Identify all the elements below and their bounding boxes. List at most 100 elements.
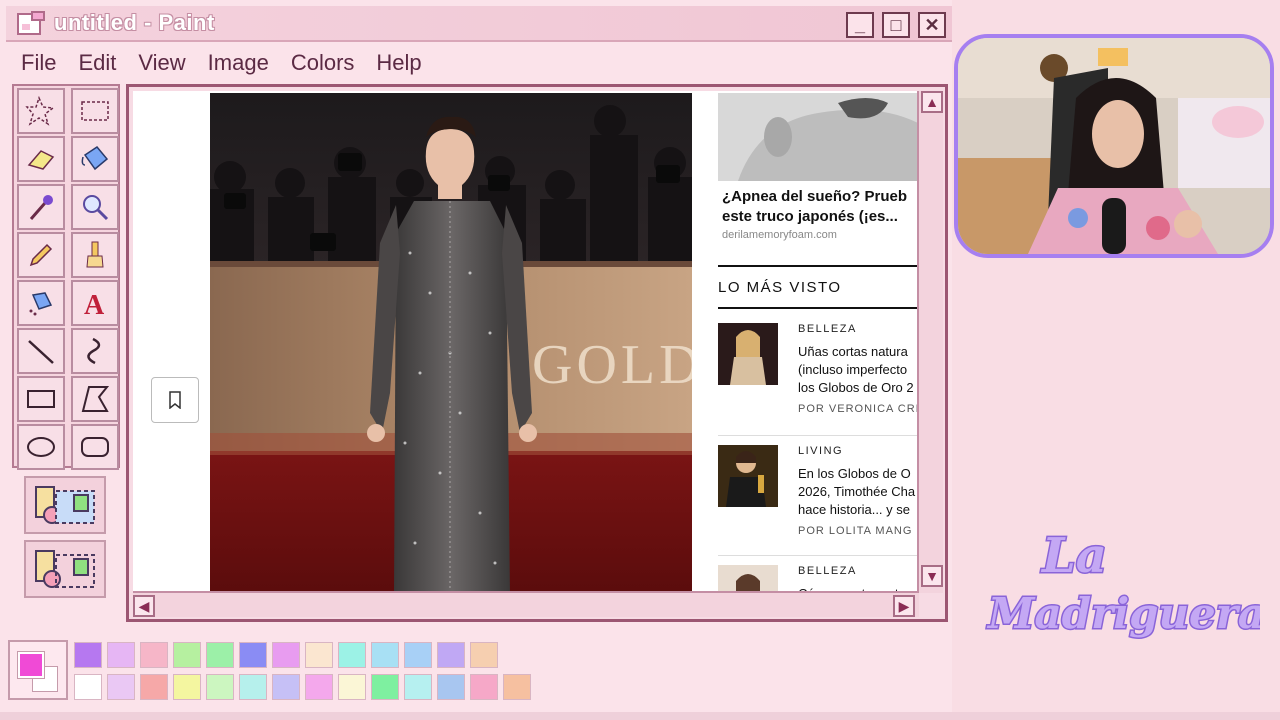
news-thumbnail (718, 445, 778, 507)
ad-image (718, 93, 918, 181)
menu-image[interactable]: Image (197, 44, 280, 82)
color-swatch[interactable] (272, 674, 300, 700)
color-swatch[interactable] (338, 674, 366, 700)
color-swatch[interactable] (305, 642, 333, 668)
most-viewed-heading: LO MÁS VISTO (718, 279, 842, 296)
tool-option-transparent[interactable] (24, 540, 106, 598)
tool-pencil[interactable] (17, 232, 65, 278)
paint-app-icon (17, 11, 45, 35)
menu-help[interactable]: Help (365, 44, 432, 82)
minimize-button[interactable]: _ (846, 12, 874, 38)
tool-magnifier[interactable] (71, 184, 119, 230)
color-swatch[interactable] (74, 642, 102, 668)
tool-text[interactable]: A (71, 280, 119, 326)
menu-file[interactable]: File (10, 44, 67, 82)
tool-eraser[interactable] (17, 136, 65, 182)
tool-curve[interactable] (71, 328, 119, 374)
color-swatch[interactable] (437, 642, 465, 668)
tool-polygon[interactable] (71, 376, 119, 422)
tool-option-opaque[interactable] (24, 476, 106, 534)
scroll-left-arrow[interactable]: ◀ (133, 595, 155, 617)
color-swatch[interactable] (437, 674, 465, 700)
news-author: POR VERONICA CRIS (798, 403, 918, 415)
svg-text:La: La (1040, 528, 1107, 584)
color-swatch[interactable] (371, 674, 399, 700)
menu-edit[interactable]: Edit (67, 44, 127, 82)
color-swatch[interactable] (371, 642, 399, 668)
canvas-frame: GOLDE (126, 84, 948, 622)
magnifier-icon (83, 195, 109, 221)
color-swatch[interactable] (140, 674, 168, 700)
color-swatch[interactable] (338, 642, 366, 668)
divider (718, 555, 918, 556)
vertical-scrollbar[interactable]: ▲ ▼ (917, 91, 943, 593)
rect-select-icon (81, 101, 109, 121)
ad-source[interactable]: derilamemoryfoam.com (722, 229, 837, 241)
svg-text:A: A (84, 290, 105, 319)
horizontal-scrollbar[interactable]: ◀ ▶ (133, 591, 919, 617)
news-title[interactable]: En los Globos de O 2026, Timothée Cha ha… (798, 465, 918, 519)
close-button[interactable]: ✕ (918, 12, 946, 38)
tool-brush[interactable] (71, 232, 119, 278)
color-swatch[interactable] (470, 674, 498, 700)
news-item[interactable]: BELLEZA Uñas cortas natura (incluso impe… (718, 323, 918, 433)
pencil-icon (29, 243, 53, 267)
fill-icon (81, 146, 109, 171)
rectangle-icon (27, 390, 55, 408)
ad-title[interactable]: ¿Apnea del sueño? Prueb este truco japon… (722, 187, 918, 227)
color-swatch[interactable] (503, 674, 531, 700)
tool-fill[interactable] (71, 136, 119, 182)
divider (718, 307, 918, 309)
tool-eyedropper[interactable] (17, 184, 65, 230)
drawing-canvas[interactable]: GOLDE (133, 91, 919, 597)
color-swatch[interactable] (173, 642, 201, 668)
ellipse-icon (27, 437, 55, 457)
foreground-color (17, 651, 45, 679)
color-swatch[interactable] (404, 674, 432, 700)
color-swatch[interactable] (140, 642, 168, 668)
current-colors[interactable] (8, 640, 68, 700)
color-swatch[interactable] (206, 642, 234, 668)
menu-colors[interactable]: Colors (280, 44, 366, 82)
tool-rounded-rect[interactable] (71, 424, 119, 470)
news-title[interactable]: Uñas cortas natura (incluso imperfecto l… (798, 343, 918, 397)
color-swatch[interactable] (107, 642, 135, 668)
eraser-icon (27, 150, 55, 170)
tool-ellipse[interactable] (17, 424, 65, 470)
color-swatch[interactable] (404, 642, 432, 668)
eyedropper-icon (29, 195, 53, 220)
news-item[interactable]: LIVING En los Globos de O 2026, Timothée… (718, 445, 918, 555)
color-swatch[interactable] (74, 674, 102, 700)
close-icon: ✕ (924, 14, 940, 35)
rounded-rect-icon (81, 437, 109, 457)
news-category: LIVING (798, 445, 844, 457)
color-swatch[interactable] (239, 642, 267, 668)
triangle-up-icon: ▲ (925, 94, 939, 110)
color-swatch[interactable] (470, 642, 498, 668)
color-swatch[interactable] (107, 674, 135, 700)
color-swatch[interactable] (239, 674, 267, 700)
maximize-icon: □ (890, 14, 902, 35)
divider (718, 435, 918, 436)
menu-view[interactable]: View (127, 44, 196, 82)
triangle-down-icon: ▼ (925, 568, 939, 584)
tool-line[interactable] (17, 328, 65, 374)
toolbox: A (12, 84, 120, 470)
maximize-button[interactable]: □ (882, 12, 910, 38)
color-swatch[interactable] (173, 674, 201, 700)
tool-rectangle[interactable] (17, 376, 65, 422)
scroll-right-arrow[interactable]: ▶ (893, 595, 915, 617)
news-category: BELLEZA (798, 323, 857, 335)
bookmark-button[interactable] (151, 377, 199, 423)
tool-free-select[interactable] (17, 88, 65, 134)
color-swatch[interactable] (206, 674, 234, 700)
la-madriguera-logo: La Madriguera (985, 527, 1261, 640)
tool-rect-select[interactable] (71, 88, 119, 134)
color-swatch[interactable] (305, 674, 333, 700)
free-select-icon (25, 95, 55, 126)
scroll-up-arrow[interactable]: ▲ (921, 91, 943, 113)
color-swatch[interactable] (272, 642, 300, 668)
window-title: untitled - Paint (54, 10, 215, 35)
tool-airbrush[interactable] (17, 280, 65, 326)
scroll-down-arrow[interactable]: ▼ (921, 565, 943, 587)
